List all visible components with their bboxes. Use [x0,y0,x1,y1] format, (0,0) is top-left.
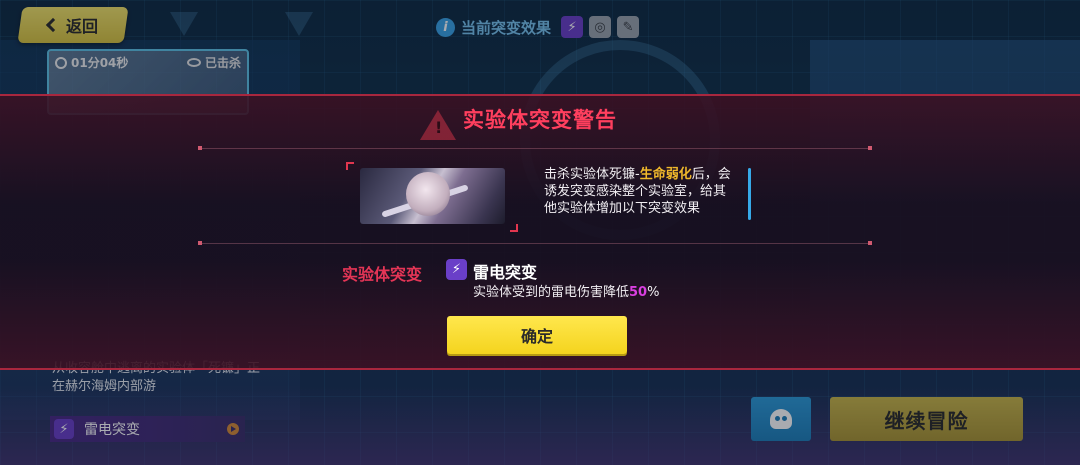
mutation-name: 雷电突变 [473,263,538,282]
boss-portrait [360,168,505,224]
mutation-effect-text: 实验体受到的雷电伤害降低50% [473,281,659,300]
lightning-icon: ⚡ [446,259,467,280]
divider [198,241,872,245]
boss-portrait-frame [346,162,518,232]
confirm-button[interactable]: 确定 [447,316,627,354]
mutation-description: 击杀实验体死镰-生命弱化后，会诱发突变感染整个实验室，给其他实验体增加以下突变效… [544,166,734,217]
mutation-label: 实验体突变 [342,265,423,284]
desc-prefix: 击杀实验体死镰- [544,167,640,182]
description-scrollbar[interactable] [748,168,751,220]
mutation-warning-dialog: 实验体突变警告 击杀实验体死镰-生命弱化后，会诱发突变感染整个实验室，给其他实验… [0,94,1080,370]
divider [198,146,872,150]
dialog-title: 实验体突变警告 [463,108,617,132]
effect-value: 50 [629,285,648,300]
desc-highlight: 生命弱化 [639,167,692,182]
effect-prefix: 实验体受到的雷电伤害降低 [473,285,630,300]
effect-unit: % [647,285,660,300]
